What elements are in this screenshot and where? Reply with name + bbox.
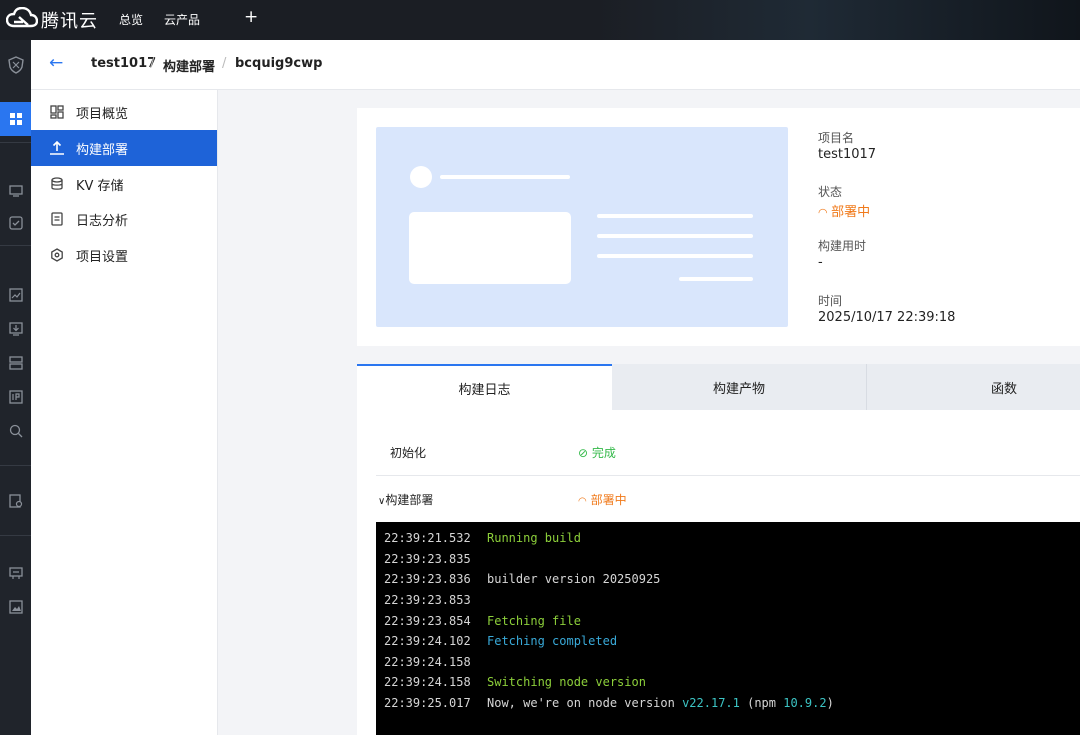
chart-icon[interactable] [0, 282, 31, 308]
ip-icon[interactable] [0, 384, 31, 410]
download-icon[interactable] [0, 316, 31, 342]
database-icon [49, 176, 65, 192]
build-time-label: 构建用时 [818, 239, 867, 253]
sidebar-item-kv-storage[interactable]: KV 存储 [31, 166, 217, 202]
project-preview-image [376, 127, 788, 327]
log-line: 22:39:23.853 [376, 590, 1080, 611]
stage-status-deploying: ◠ 部署中 [578, 491, 627, 508]
product-rail [0, 40, 31, 735]
tab-build-log[interactable]: 构建日志 [357, 364, 612, 410]
nav-products[interactable]: 云产品 [164, 11, 200, 28]
log-timestamp: 22:39:23.853 [384, 593, 471, 608]
project-name-value: test1017 [818, 147, 877, 162]
log-line: 22:39:25.017 Now, we're on node version v… [376, 693, 1080, 714]
nav-overview[interactable]: 总览 [119, 11, 143, 28]
billboard-icon[interactable] [0, 560, 31, 586]
brand-logo[interactable]: 腾讯云 [5, 6, 98, 34]
stage-row-init[interactable]: 初始化 ⊘ 完成 [376, 429, 1080, 475]
log-timestamp: 22:39:24.158 [384, 675, 471, 690]
log-timestamp: 22:39:23.854 [384, 613, 471, 628]
side-menu: 项目概览 构建部署 KV 存储 日志分析 项目设置 [31, 90, 218, 735]
sidebar-item-label: 项目设置 [76, 249, 129, 265]
server-icon[interactable] [0, 350, 31, 376]
stage-status-text: 部署中 [590, 492, 627, 507]
loading-spinner-icon: ◠ [818, 206, 832, 219]
log-message: Now, we're on node version v22.17.1 (npm… [487, 696, 834, 711]
sidebar-item-overview[interactable]: 项目概览 [31, 94, 217, 130]
stage-name: ∨构建部署 [378, 492, 434, 507]
log-message: builder version 20250925 [487, 572, 661, 587]
log-message: Switching node version [487, 675, 646, 690]
sidebar-item-label: 构建部署 [76, 142, 129, 158]
back-arrow-icon[interactable]: ← [49, 53, 63, 73]
grid-icon [49, 104, 65, 120]
log-timestamp: 22:39:24.102 [384, 634, 471, 649]
sidebar-item-label: 项目概览 [76, 106, 129, 122]
cloud-logo-icon [5, 6, 39, 33]
project-card: 项目名 test1017 状态 ◠ 部署中 构建用时 - 时间 2025/10/… [357, 108, 1080, 346]
build-log-terminal[interactable]: 22:39:21.532 Running build 22:39:23.835 22:… [376, 522, 1080, 735]
certificate-icon[interactable] [0, 488, 31, 514]
sidebar-item-project-settings[interactable]: 项目设置 [31, 237, 217, 273]
log-timestamp: 22:39:24.158 [384, 654, 471, 669]
log-timestamp: 22:39:23.836 [384, 572, 471, 587]
log-line: 22:39:24.158 [376, 652, 1080, 673]
security-icon[interactable] [0, 210, 31, 236]
tab-functions[interactable]: 函数 [867, 364, 1080, 410]
gear-icon [49, 247, 65, 263]
breadcrumb-current: bcquig9cwp [235, 56, 323, 71]
grid-icon[interactable] [0, 102, 31, 136]
breadcrumb-separator: / [222, 56, 227, 71]
brand-name: 腾讯云 [41, 11, 98, 32]
log-message: Fetching file [487, 613, 581, 628]
log-line: 22:39:23.835 [376, 549, 1080, 570]
log-line: 22:39:21.532 Running build [376, 528, 1080, 549]
stage-name: 初始化 [390, 445, 427, 460]
document-icon [49, 211, 65, 227]
upload-icon [49, 140, 65, 156]
log-timestamp: 22:39:25.017 [384, 696, 471, 711]
sidebar-item-build-deploy[interactable]: 构建部署 [31, 130, 217, 166]
status-value: 部署中 [831, 205, 871, 220]
sidebar-item-log-analysis[interactable]: 日志分析 [31, 201, 217, 237]
loading-spinner-icon: ◠ [578, 495, 587, 507]
log-timestamp: 22:39:21.532 [384, 531, 471, 546]
status-badge: ◠ 部署中 [818, 201, 870, 220]
log-line: 22:39:24.158 Switching node version [376, 672, 1080, 693]
stage-status-text: 完成 [591, 445, 616, 460]
time-label: 时间 [818, 294, 843, 308]
search-icon[interactable] [0, 418, 31, 444]
log-message: Fetching completed [487, 634, 618, 649]
time-value: 2025/10/17 22:39:18 [818, 310, 956, 325]
sidebar-item-label: 日志分析 [76, 213, 129, 229]
image-icon[interactable] [0, 594, 31, 620]
project-name-label: 项目名 [818, 131, 855, 145]
breadcrumb-separator: / [150, 56, 155, 71]
stage-row-build-deploy[interactable]: ∨构建部署 ◠ 部署中 [376, 476, 1080, 522]
monitor-icon[interactable] [0, 178, 31, 204]
detail-tabs: 构建日志 构建产物 函数 [357, 364, 1080, 410]
add-tab-button[interactable]: + [244, 7, 258, 27]
breadcrumb-section[interactable]: 构建部署 [163, 56, 215, 75]
build-time-value: - [818, 255, 823, 270]
page-header: ← test1017 / 构建部署 / bcquig9cwp [31, 40, 1080, 90]
breadcrumb-project[interactable]: test1017 [91, 56, 156, 71]
log-timestamp: 22:39:23.835 [384, 551, 471, 566]
status-label: 状态 [818, 185, 843, 199]
stage-status-done: ⊘ 完成 [578, 444, 616, 461]
top-bar: 腾讯云 总览 云产品 + [0, 0, 1080, 40]
log-line: 22:39:24.102 Fetching completed [376, 631, 1080, 652]
tab-build-artifacts[interactable]: 构建产物 [612, 364, 866, 410]
log-line: 22:39:23.854 Fetching file [376, 610, 1080, 631]
check-circle-icon: ⊘ [578, 445, 589, 460]
shield-icon[interactable] [0, 52, 31, 78]
sidebar-item-label: KV 存储 [76, 178, 124, 194]
log-message: Running build [487, 531, 581, 546]
log-line: 22:39:23.836 builder version 20250925 [376, 569, 1080, 590]
